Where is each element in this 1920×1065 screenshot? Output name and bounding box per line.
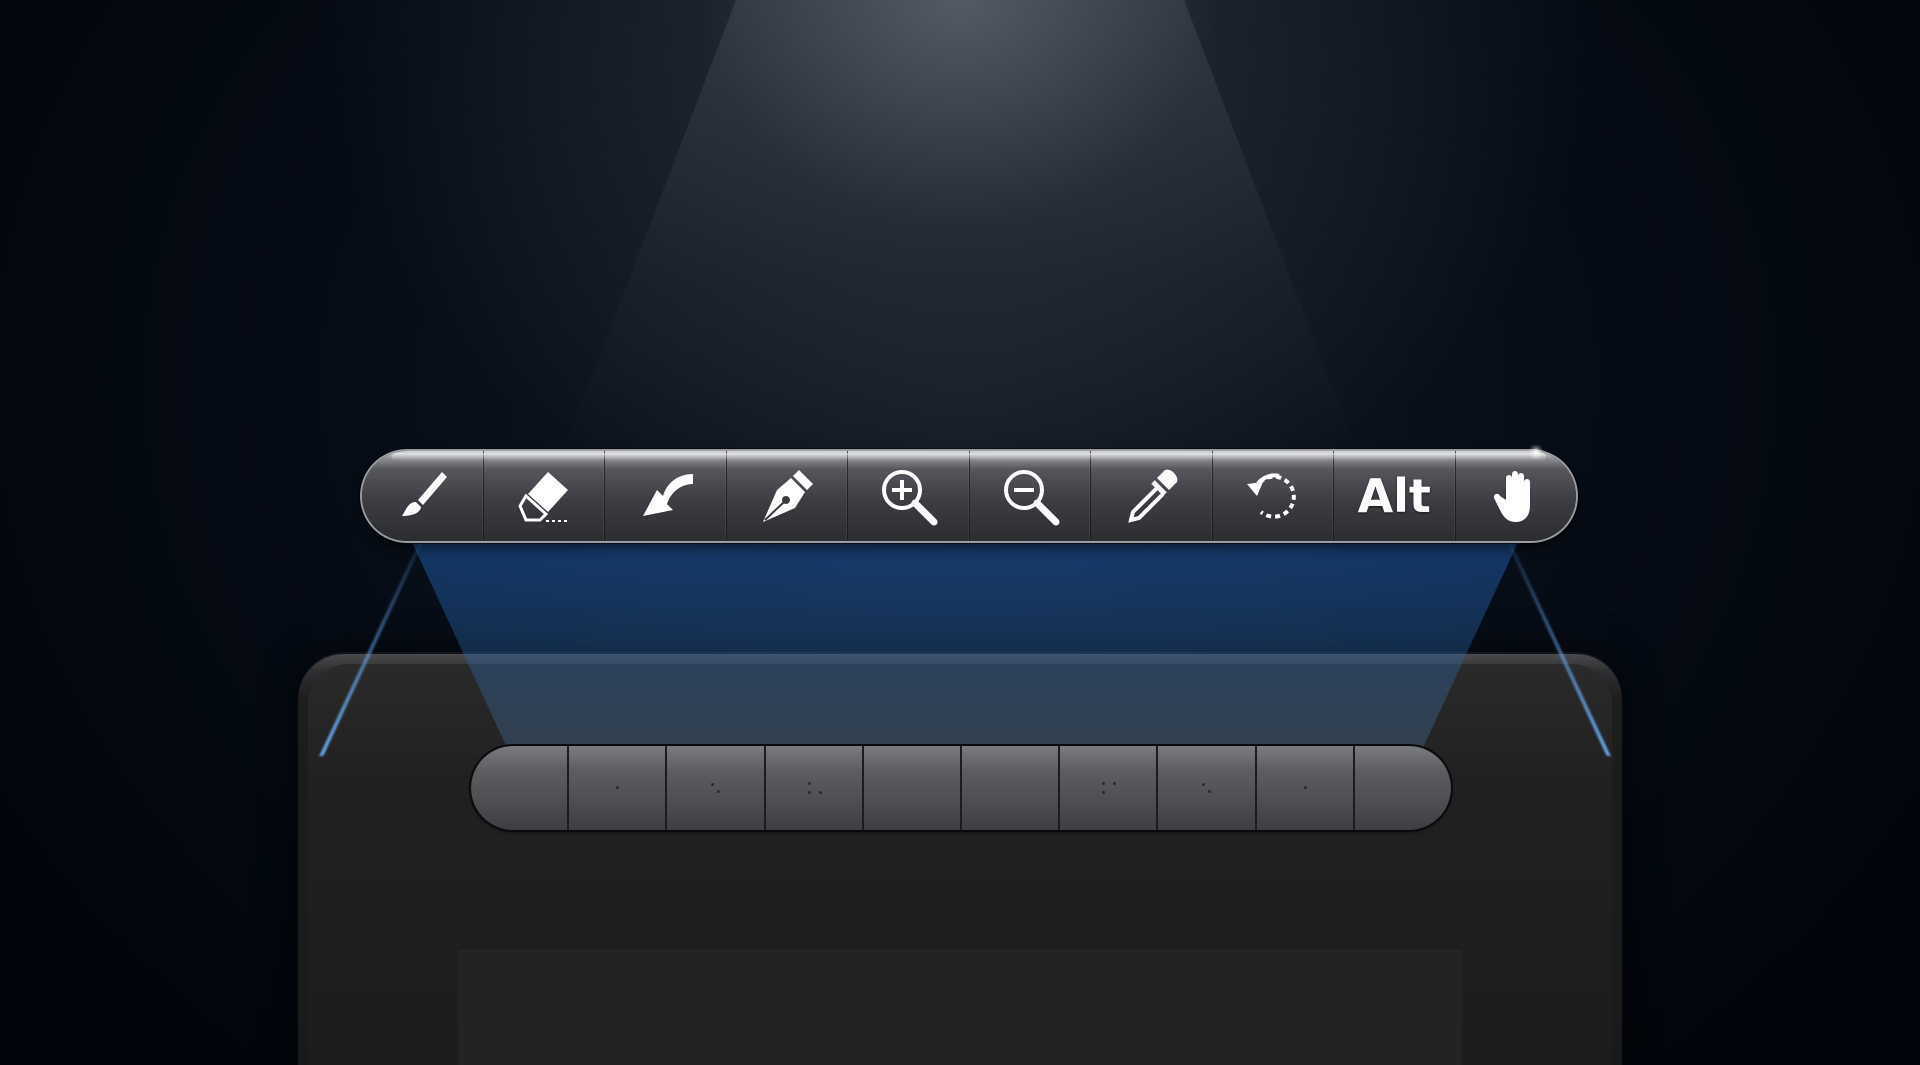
highlight-sparkle: [1528, 444, 1544, 460]
express-key-1[interactable]: [471, 746, 570, 830]
express-key-4[interactable]: [765, 746, 864, 830]
projection-beam: [410, 538, 1520, 754]
express-key-9[interactable]: [1256, 746, 1355, 830]
zoom-in-icon: [882, 470, 938, 526]
express-key-10[interactable]: [1354, 746, 1451, 830]
zoom-out-icon: [1003, 470, 1060, 526]
express-key-7[interactable]: [1060, 746, 1159, 830]
express-key-3[interactable]: [667, 746, 766, 830]
pan-tool-button[interactable]: [1456, 451, 1577, 541]
eyedropper-tool-button[interactable]: [1091, 451, 1213, 541]
express-keys-strip: [471, 746, 1451, 830]
paintbrush-icon: [402, 472, 448, 516]
tablet-active-area[interactable]: [458, 950, 1462, 1065]
express-key-8[interactable]: [1158, 746, 1257, 830]
rotate-icon: [1246, 473, 1296, 519]
stage: Alt: [0, 0, 1920, 1065]
express-key-5[interactable]: [863, 746, 963, 830]
undo-arrow-icon: [643, 474, 694, 516]
express-key-toolbar: Alt: [362, 451, 1576, 541]
eyedropper-icon: [1128, 469, 1178, 523]
undo-button[interactable]: [605, 451, 727, 541]
express-key-2[interactable]: [569, 746, 668, 830]
brush-tool-button[interactable]: [362, 451, 484, 541]
pen-nib-icon: [762, 470, 813, 522]
hand-pan-icon: [1493, 471, 1530, 522]
alt-key-button[interactable]: Alt: [1334, 451, 1456, 541]
pen-tool-button[interactable]: [727, 451, 848, 541]
eraser-tool-button[interactable]: [484, 451, 605, 541]
alt-label: Alt: [1357, 469, 1431, 523]
express-key-6[interactable]: [962, 746, 1061, 830]
rotate-button[interactable]: [1213, 451, 1334, 541]
spotlight: [560, 0, 1360, 460]
zoom-in-button[interactable]: [848, 451, 970, 541]
eraser-icon: [518, 472, 568, 522]
zoom-out-button[interactable]: [970, 451, 1091, 541]
